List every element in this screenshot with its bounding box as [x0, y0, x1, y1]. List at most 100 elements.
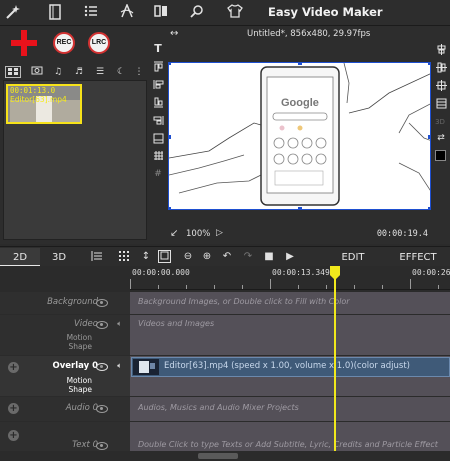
timeline-ruler[interactable]: 00:00:00.000 00:00:13.349 00:00:26.: [130, 266, 450, 290]
list-icon[interactable]: [82, 4, 100, 22]
list-tab-icon[interactable]: ☰: [91, 65, 109, 79]
camera-tab-icon[interactable]: [28, 65, 46, 79]
align-right-icon[interactable]: [152, 115, 164, 127]
align-center-icon[interactable]: [435, 62, 447, 74]
resize-handle[interactable]: [428, 135, 430, 139]
ruler-tick: [242, 285, 243, 289]
search-icon[interactable]: [188, 4, 206, 22]
split-vertical-icon[interactable]: ↕: [139, 250, 153, 264]
frame-select-icon[interactable]: [158, 250, 171, 263]
redo-icon[interactable]: ↷: [241, 250, 255, 264]
track-motion-label[interactable]: Motion: [67, 376, 92, 385]
music2-tab-icon[interactable]: ♬: [70, 65, 88, 79]
music-tab-icon[interactable]: ♫: [49, 65, 67, 79]
more-tab-icon[interactable]: ⋮: [130, 65, 148, 79]
zoom-out-icon[interactable]: ⊖: [181, 250, 195, 264]
resize-handle[interactable]: [298, 207, 302, 209]
ruler-tick: [354, 285, 355, 289]
eye-icon[interactable]: [96, 363, 108, 371]
flip-icon[interactable]: ⇄: [435, 132, 447, 144]
preview-time: 00:00:19.4: [376, 229, 428, 239]
playhead-line[interactable]: [334, 266, 336, 456]
3d-icon[interactable]: 3D: [434, 116, 446, 128]
grid-tab-icon[interactable]: [5, 66, 21, 78]
track-body[interactable]: Audios, Musics and Audio Mixer Projects: [130, 397, 450, 421]
add-track-icon[interactable]: +: [8, 430, 19, 441]
add-track-icon[interactable]: +: [8, 403, 19, 414]
resize-diagonal-icon[interactable]: ↙: [170, 228, 178, 239]
align-bottom-icon[interactable]: [152, 97, 164, 109]
resize-handle[interactable]: [169, 63, 171, 65]
grid-icon[interactable]: [152, 150, 164, 162]
preview-canvas[interactable]: Google: [168, 62, 431, 210]
record-button[interactable]: REC: [53, 32, 75, 54]
track-shape-label[interactable]: Shape: [69, 385, 93, 394]
track-body[interactable]: Double Click to type Texts or Add Subtit…: [130, 422, 450, 451]
scrollbar-thumb[interactable]: [198, 453, 238, 459]
grid-view-icon[interactable]: [117, 250, 131, 264]
timeline-toolbar: 2D 3D ↕ ⊖ ⊕ ↶ ↷ ■ ▶ EDIT EFFECT: [0, 246, 450, 267]
hash-icon[interactable]: #: [152, 168, 164, 180]
distribute-icon[interactable]: [152, 133, 164, 145]
effect-button[interactable]: EFFECT: [392, 248, 444, 267]
track-shape-label[interactable]: Shape: [69, 342, 93, 351]
stop-icon[interactable]: ■: [262, 250, 276, 264]
color-swatch-icon[interactable]: [435, 150, 446, 161]
moon-tab-icon[interactable]: ☾: [112, 65, 130, 79]
magic-wand-icon[interactable]: [4, 4, 22, 22]
eye-icon[interactable]: [96, 299, 108, 307]
edit-button[interactable]: EDIT: [330, 248, 376, 267]
resize-handle[interactable]: [428, 207, 430, 209]
resize-handle[interactable]: [169, 135, 171, 139]
play-icon[interactable]: ▶: [283, 250, 297, 264]
add-media-button[interactable]: [11, 30, 37, 56]
track-hint: Audios, Musics and Audio Mixer Projects: [138, 403, 299, 412]
zoom-level[interactable]: 100%: [186, 229, 210, 239]
ruler-label: 00:00:13.349: [272, 268, 330, 277]
align-left-icon[interactable]: [152, 79, 164, 91]
add-track-icon[interactable]: +: [8, 362, 19, 373]
tshirt-icon[interactable]: [226, 4, 244, 22]
right-toolbar: 3D ⇄: [432, 26, 450, 244]
split-icon[interactable]: [152, 4, 170, 22]
layout-icon[interactable]: [435, 98, 447, 110]
eye-icon[interactable]: [96, 405, 108, 413]
eye-icon[interactable]: [96, 442, 108, 450]
tab-2d[interactable]: 2D: [0, 248, 40, 267]
track-hint: Background Images, or Double click to Fi…: [138, 297, 350, 306]
ruler-tick: [270, 279, 271, 289]
speaker-icon[interactable]: 🔈︎: [117, 319, 122, 329]
undo-icon[interactable]: ↶: [220, 250, 234, 264]
track-body[interactable]: Videos and Images: [130, 315, 450, 355]
align-h-icon[interactable]: [435, 44, 447, 56]
tab-3d[interactable]: 3D: [44, 248, 74, 267]
align-v-icon[interactable]: [435, 80, 447, 92]
track-header: + Overlay 0 🔈︎ Motion Shape: [0, 356, 130, 396]
media-filename: Editor[63].mp4: [10, 95, 67, 104]
app-title: Easy Video Maker: [268, 5, 383, 19]
play-preview-icon[interactable]: ▷: [216, 228, 223, 238]
resize-handle[interactable]: [428, 63, 430, 65]
lyrics-button[interactable]: LRC: [88, 32, 110, 54]
text-icon[interactable]: T: [152, 43, 164, 55]
align-top-icon[interactable]: [152, 61, 164, 73]
eye-icon[interactable]: [96, 321, 108, 329]
zoom-in-icon[interactable]: ⊕: [200, 250, 214, 264]
clip-thumbnail: [133, 359, 159, 375]
track-body[interactable]: Background Images, or Double click to Fi…: [130, 292, 450, 314]
text-path-icon[interactable]: [118, 3, 136, 22]
book-icon[interactable]: [46, 4, 64, 22]
media-item[interactable]: 00:01:13.0 Editor[63].mp4: [6, 84, 82, 124]
resize-handle[interactable]: [298, 63, 302, 65]
overlay-clip[interactable]: Editor[63].mp4 (speed x 1.00, volume x 1…: [131, 357, 450, 377]
ruler-label: 00:00:00.000: [132, 268, 190, 277]
speaker-icon[interactable]: 🔈︎: [117, 361, 122, 371]
resize-handle[interactable]: [169, 207, 171, 209]
track-list-icon[interactable]: [90, 250, 104, 264]
resize-arrows-icon[interactable]: ↔: [170, 28, 178, 39]
ruler-label: 00:00:26.: [412, 268, 450, 277]
track-motion-label[interactable]: Motion: [67, 333, 92, 342]
track-name: Text 0: [72, 440, 98, 450]
track-name: Overlay 0: [52, 361, 98, 371]
track-header: + Text 0: [0, 422, 130, 451]
